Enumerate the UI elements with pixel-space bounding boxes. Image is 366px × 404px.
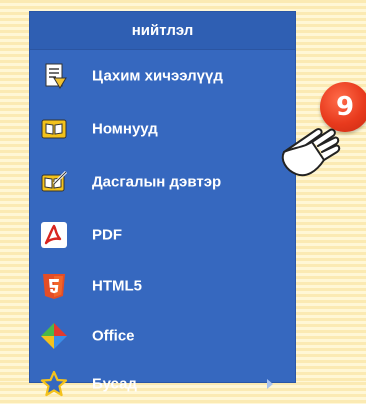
workbook-icon <box>41 170 68 192</box>
menu-item-other[interactable]: Бусад <box>30 364 295 404</box>
menu-item-html5[interactable]: HTML5 <box>30 266 295 306</box>
menu-item-label: Дасгалын дэвтэр <box>92 173 222 191</box>
menu-item-label: Цахим хичээлүүд <box>92 67 223 85</box>
book-icon <box>41 119 67 139</box>
menu-item-label: Бусад <box>92 375 137 393</box>
menu-item-workbook[interactable]: Дасгалын дэвтэр <box>30 162 295 202</box>
menu-item-books[interactable]: Номнууд <box>30 109 295 149</box>
html5-icon <box>43 274 65 299</box>
e-lesson-icon <box>45 63 67 89</box>
menu-item-label: PDF <box>92 226 122 244</box>
menu-item-pdf[interactable]: PDF <box>30 215 295 255</box>
menu-item-label: Номнууд <box>92 120 158 138</box>
step-badge: 9 <box>320 82 366 132</box>
menu-item-e-lessons[interactable]: Цахим хичээлүүд <box>30 56 295 96</box>
star-icon <box>40 370 68 397</box>
menu-item-office[interactable]: Office <box>30 316 295 356</box>
article-menu: нийтлэл Цахим хичээлүүд Номнууд Дасгалын… <box>30 12 295 397</box>
pdf-icon <box>41 222 67 248</box>
menu-item-label: HTML5 <box>92 277 142 295</box>
menu-item-label: Office <box>92 327 135 345</box>
menu-header: нийтлэл <box>30 12 295 50</box>
office-icon <box>41 323 67 349</box>
submenu-arrow-icon <box>267 379 273 389</box>
